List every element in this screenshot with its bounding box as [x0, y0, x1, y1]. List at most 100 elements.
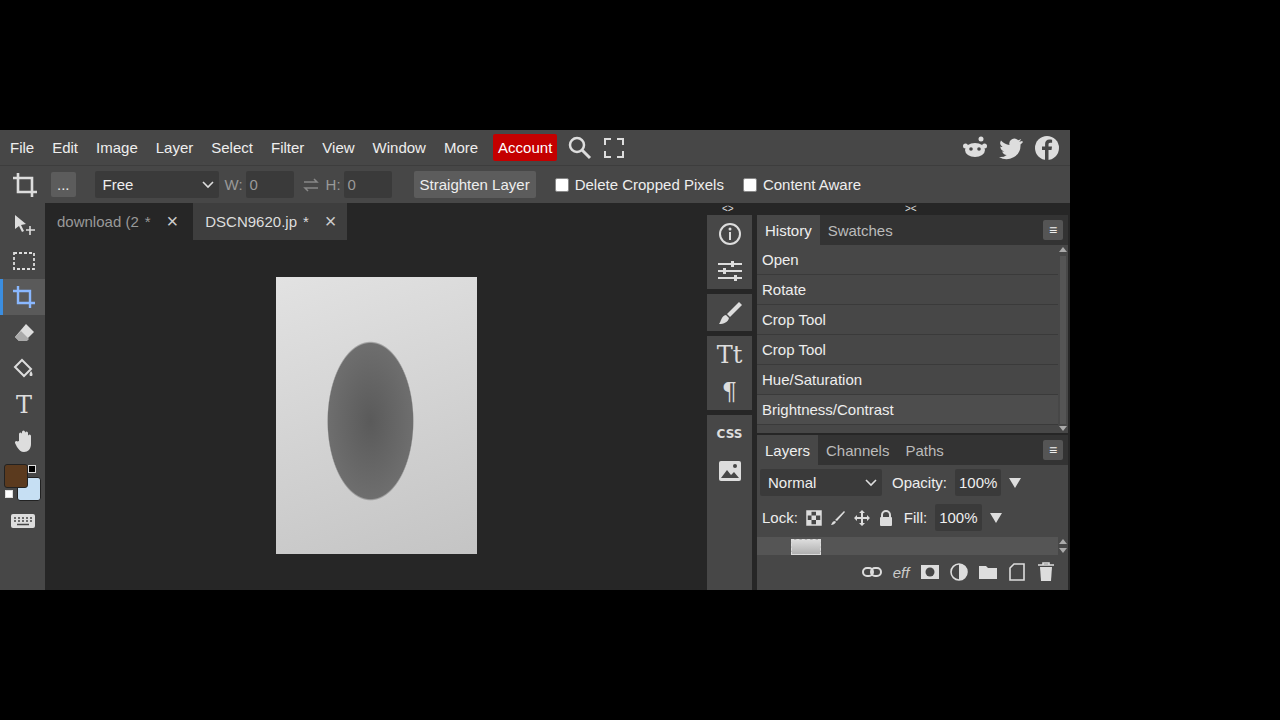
- swap-icon[interactable]: [302, 178, 320, 192]
- collapse-panels-button[interactable]: ><: [905, 203, 917, 215]
- height-input[interactable]: 0: [344, 171, 392, 198]
- tool-button[interactable]: [0, 207, 45, 243]
- search-icon[interactable]: [567, 135, 593, 161]
- menu-bar: FileEditImageLayerSelectFilterViewWindow…: [0, 130, 1070, 165]
- link-icon: [862, 565, 882, 579]
- opacity-input[interactable]: 100%: [955, 469, 1001, 496]
- aspect-select[interactable]: Free: [95, 171, 219, 198]
- panel-tab[interactable]: Layers: [757, 435, 818, 465]
- fill-slider-toggle[interactable]: [990, 513, 1002, 523]
- layer-action-button[interactable]: [920, 561, 940, 583]
- dock-glyph: CSS: [717, 428, 743, 440]
- blend-mode-select[interactable]: Normal: [760, 469, 882, 496]
- layer-action-button[interactable]: [949, 561, 969, 583]
- menu-item[interactable]: Select: [202, 139, 262, 156]
- facebook-icon[interactable]: [1034, 135, 1060, 161]
- option-checkbox[interactable]: Delete Cropped Pixels: [555, 176, 724, 193]
- workspace: download (2 * ×DSCN9620.jp * ×: [45, 203, 707, 590]
- panel-tab[interactable]: Paths: [897, 435, 951, 465]
- fill-input[interactable]: 100%: [935, 504, 981, 531]
- width-input[interactable]: 0: [246, 171, 294, 198]
- dock-button[interactable]: CSS: [707, 415, 752, 452]
- straighten-layer-button[interactable]: Straighten Layer: [414, 171, 536, 198]
- dock-button[interactable]: [707, 252, 752, 294]
- tool-button[interactable]: [0, 423, 45, 459]
- close-tab-button[interactable]: ×: [325, 210, 337, 233]
- dock-button[interactable]: Tt: [707, 336, 752, 373]
- chevron-down-icon: [865, 479, 877, 487]
- lock-position-icon[interactable]: [854, 510, 870, 526]
- checkbox-box[interactable]: [555, 178, 569, 192]
- layer-row[interactable]: [757, 537, 1058, 555]
- video-frame: FileEditImageLayerSelectFilterViewWindow…: [0, 0, 1280, 720]
- layers-footer: eff: [757, 555, 1068, 583]
- option-checkbox[interactable]: Content Aware: [743, 176, 861, 193]
- collapse-dock-button[interactable]: <>: [722, 203, 734, 215]
- photopea-window: FileEditImageLayerSelectFilterViewWindow…: [0, 130, 1070, 590]
- layer-action-button[interactable]: [862, 561, 882, 583]
- opacity-label: Opacity:: [892, 474, 947, 491]
- document-tab[interactable]: DSCN9620.jp * ×: [193, 203, 346, 240]
- tool-button[interactable]: [0, 351, 45, 387]
- scrollbar[interactable]: [1058, 537, 1068, 555]
- history-item[interactable]: Crop Tool: [757, 305, 1058, 335]
- panel-tab[interactable]: Channels: [818, 435, 897, 465]
- account-button[interactable]: Account: [493, 134, 557, 161]
- panel-tab[interactable]: Swatches: [820, 215, 901, 245]
- twitter-icon[interactable]: [998, 135, 1024, 161]
- lock-transparency-icon[interactable]: [806, 510, 822, 526]
- trash-icon: [1037, 562, 1055, 582]
- lock-pixels-icon[interactable]: [830, 510, 846, 526]
- panel-menu-button[interactable]: ≡: [1043, 220, 1063, 240]
- menu-item[interactable]: Filter: [262, 139, 313, 156]
- more-options-button[interactable]: ...: [51, 172, 76, 197]
- width-label: W:: [225, 176, 243, 193]
- tool-button[interactable]: [0, 279, 45, 315]
- history-item[interactable]: Open: [757, 245, 1058, 275]
- close-tab-button[interactable]: ×: [167, 210, 179, 233]
- tool-button[interactable]: [0, 315, 45, 351]
- history-item[interactable]: Brightness/Contrast: [757, 395, 1058, 425]
- panel-menu-button[interactable]: ≡: [1043, 440, 1063, 460]
- panel-tab[interactable]: History: [757, 215, 820, 245]
- history-item[interactable]: Hue/Saturation: [757, 365, 1058, 395]
- reddit-icon[interactable]: [962, 135, 988, 161]
- eraser-tool-icon: [12, 321, 36, 345]
- menu-item[interactable]: Edit: [43, 139, 87, 156]
- menu-item[interactable]: Window: [364, 139, 435, 156]
- default-colors-icon[interactable]: [5, 490, 13, 498]
- dock-button[interactable]: [707, 452, 752, 489]
- layer-action-button[interactable]: [1036, 561, 1056, 583]
- foreground-color-swatch[interactable]: [4, 464, 28, 488]
- tool-button[interactable]: T: [0, 387, 45, 423]
- document-photo[interactable]: [276, 277, 477, 554]
- layer-action-button[interactable]: [1007, 561, 1027, 583]
- dock-button[interactable]: [707, 215, 752, 252]
- opacity-slider-toggle[interactable]: [1009, 478, 1021, 488]
- default-colors-icon[interactable]: [28, 465, 36, 473]
- mask-icon: [920, 564, 940, 580]
- history-item[interactable]: Crop Tool: [757, 335, 1058, 365]
- scrollbar[interactable]: [1058, 245, 1068, 433]
- dock-button[interactable]: [707, 294, 752, 336]
- layer-action-button[interactable]: [978, 561, 998, 583]
- canvas-area[interactable]: [45, 240, 707, 590]
- crop-tool-icon: [12, 285, 36, 309]
- dock-button[interactable]: ¶: [707, 373, 752, 415]
- adjustment-layer-icon: [950, 563, 968, 581]
- keyboard-icon[interactable]: [10, 513, 36, 529]
- history-item[interactable]: Rotate: [757, 275, 1058, 305]
- tool-button[interactable]: [0, 243, 45, 279]
- menu-item[interactable]: View: [313, 139, 363, 156]
- checkbox-box[interactable]: [743, 178, 757, 192]
- menu-item[interactable]: File: [1, 139, 43, 156]
- menu-item[interactable]: More: [435, 139, 487, 156]
- menu-item[interactable]: Image: [87, 139, 147, 156]
- fullscreen-icon[interactable]: [603, 137, 625, 159]
- panel-header: LayersChannelsPaths ≡: [757, 435, 1068, 465]
- menu-item[interactable]: Layer: [147, 139, 203, 156]
- layer-action-button[interactable]: eff: [891, 561, 911, 583]
- lock-all-icon[interactable]: [878, 510, 894, 526]
- document-tab[interactable]: download (2 * ×: [45, 203, 188, 240]
- history-panel: HistorySwatches ≡ OpenRotateCrop ToolCro…: [757, 215, 1068, 433]
